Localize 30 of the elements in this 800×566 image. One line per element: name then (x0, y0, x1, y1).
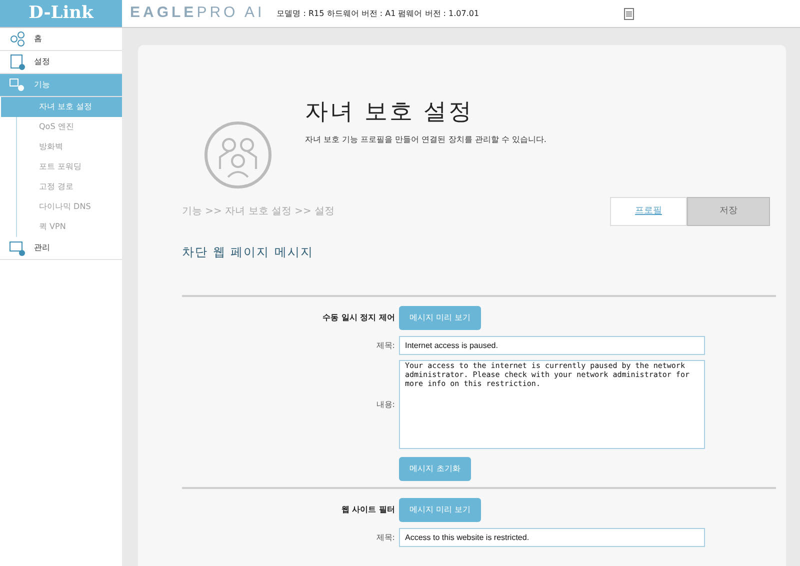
profile-link[interactable]: 프로필 (610, 197, 687, 226)
sidebar-item[interactable]: 홈 (0, 28, 122, 51)
product-logo: EAGLE PRO AI (130, 3, 265, 24)
family-icon (204, 121, 272, 189)
brand-logo: D-Link (0, 0, 122, 27)
breadcrumb: 기능 >> 자녀 보호 설정 >> 설정 (182, 205, 336, 219)
section-label: 수동 일시 정지 제어 (322, 312, 395, 324)
field-label: 제목: (375, 532, 395, 544)
submenu-item[interactable]: 고정 경로 (17, 177, 122, 197)
reset-button[interactable]: 메시지 초기화 (399, 457, 471, 481)
submenu-item[interactable]: 다이나믹 DNS (17, 197, 122, 217)
preview-button[interactable]: 메시지 미리 보기 (399, 498, 481, 522)
model-info: 모델명 : R15 하드웨어 버전 : A1 펌웨어 버전 : 1.07.01 (276, 8, 480, 20)
sidebar-item[interactable]: 관리 (0, 237, 122, 260)
field-label: 제목: (375, 340, 395, 352)
submenu-item[interactable]: 방화벽 (17, 137, 122, 157)
submenu-item[interactable]: 포트 포워딩 (17, 157, 122, 177)
page-description: 자녀 보호 기능 프로필을 만들어 연결된 장치를 관리할 수 있습니다. (305, 134, 546, 146)
title-field[interactable]: Internet access is paused. (399, 336, 705, 355)
page-title: 자녀 보호 설정 (305, 98, 475, 127)
document-icon[interactable] (624, 8, 634, 20)
title-field[interactable]: Access to this website is restricted. (399, 528, 705, 547)
submenu-item[interactable]: 자녀 보호 설정 (1, 97, 122, 117)
submenu-item[interactable]: QoS 엔진 (17, 117, 122, 137)
section-label: 웹 사이트 필터 (340, 504, 395, 516)
preview-button[interactable]: 메시지 미리 보기 (399, 306, 481, 330)
section-title: 차단 웹 페이지 메시지 (182, 244, 314, 261)
submenu-item[interactable]: 퀵 VPN (17, 217, 122, 237)
field-label: 내용: (375, 398, 395, 410)
sidebar-item[interactable]: 기능 (0, 74, 122, 97)
